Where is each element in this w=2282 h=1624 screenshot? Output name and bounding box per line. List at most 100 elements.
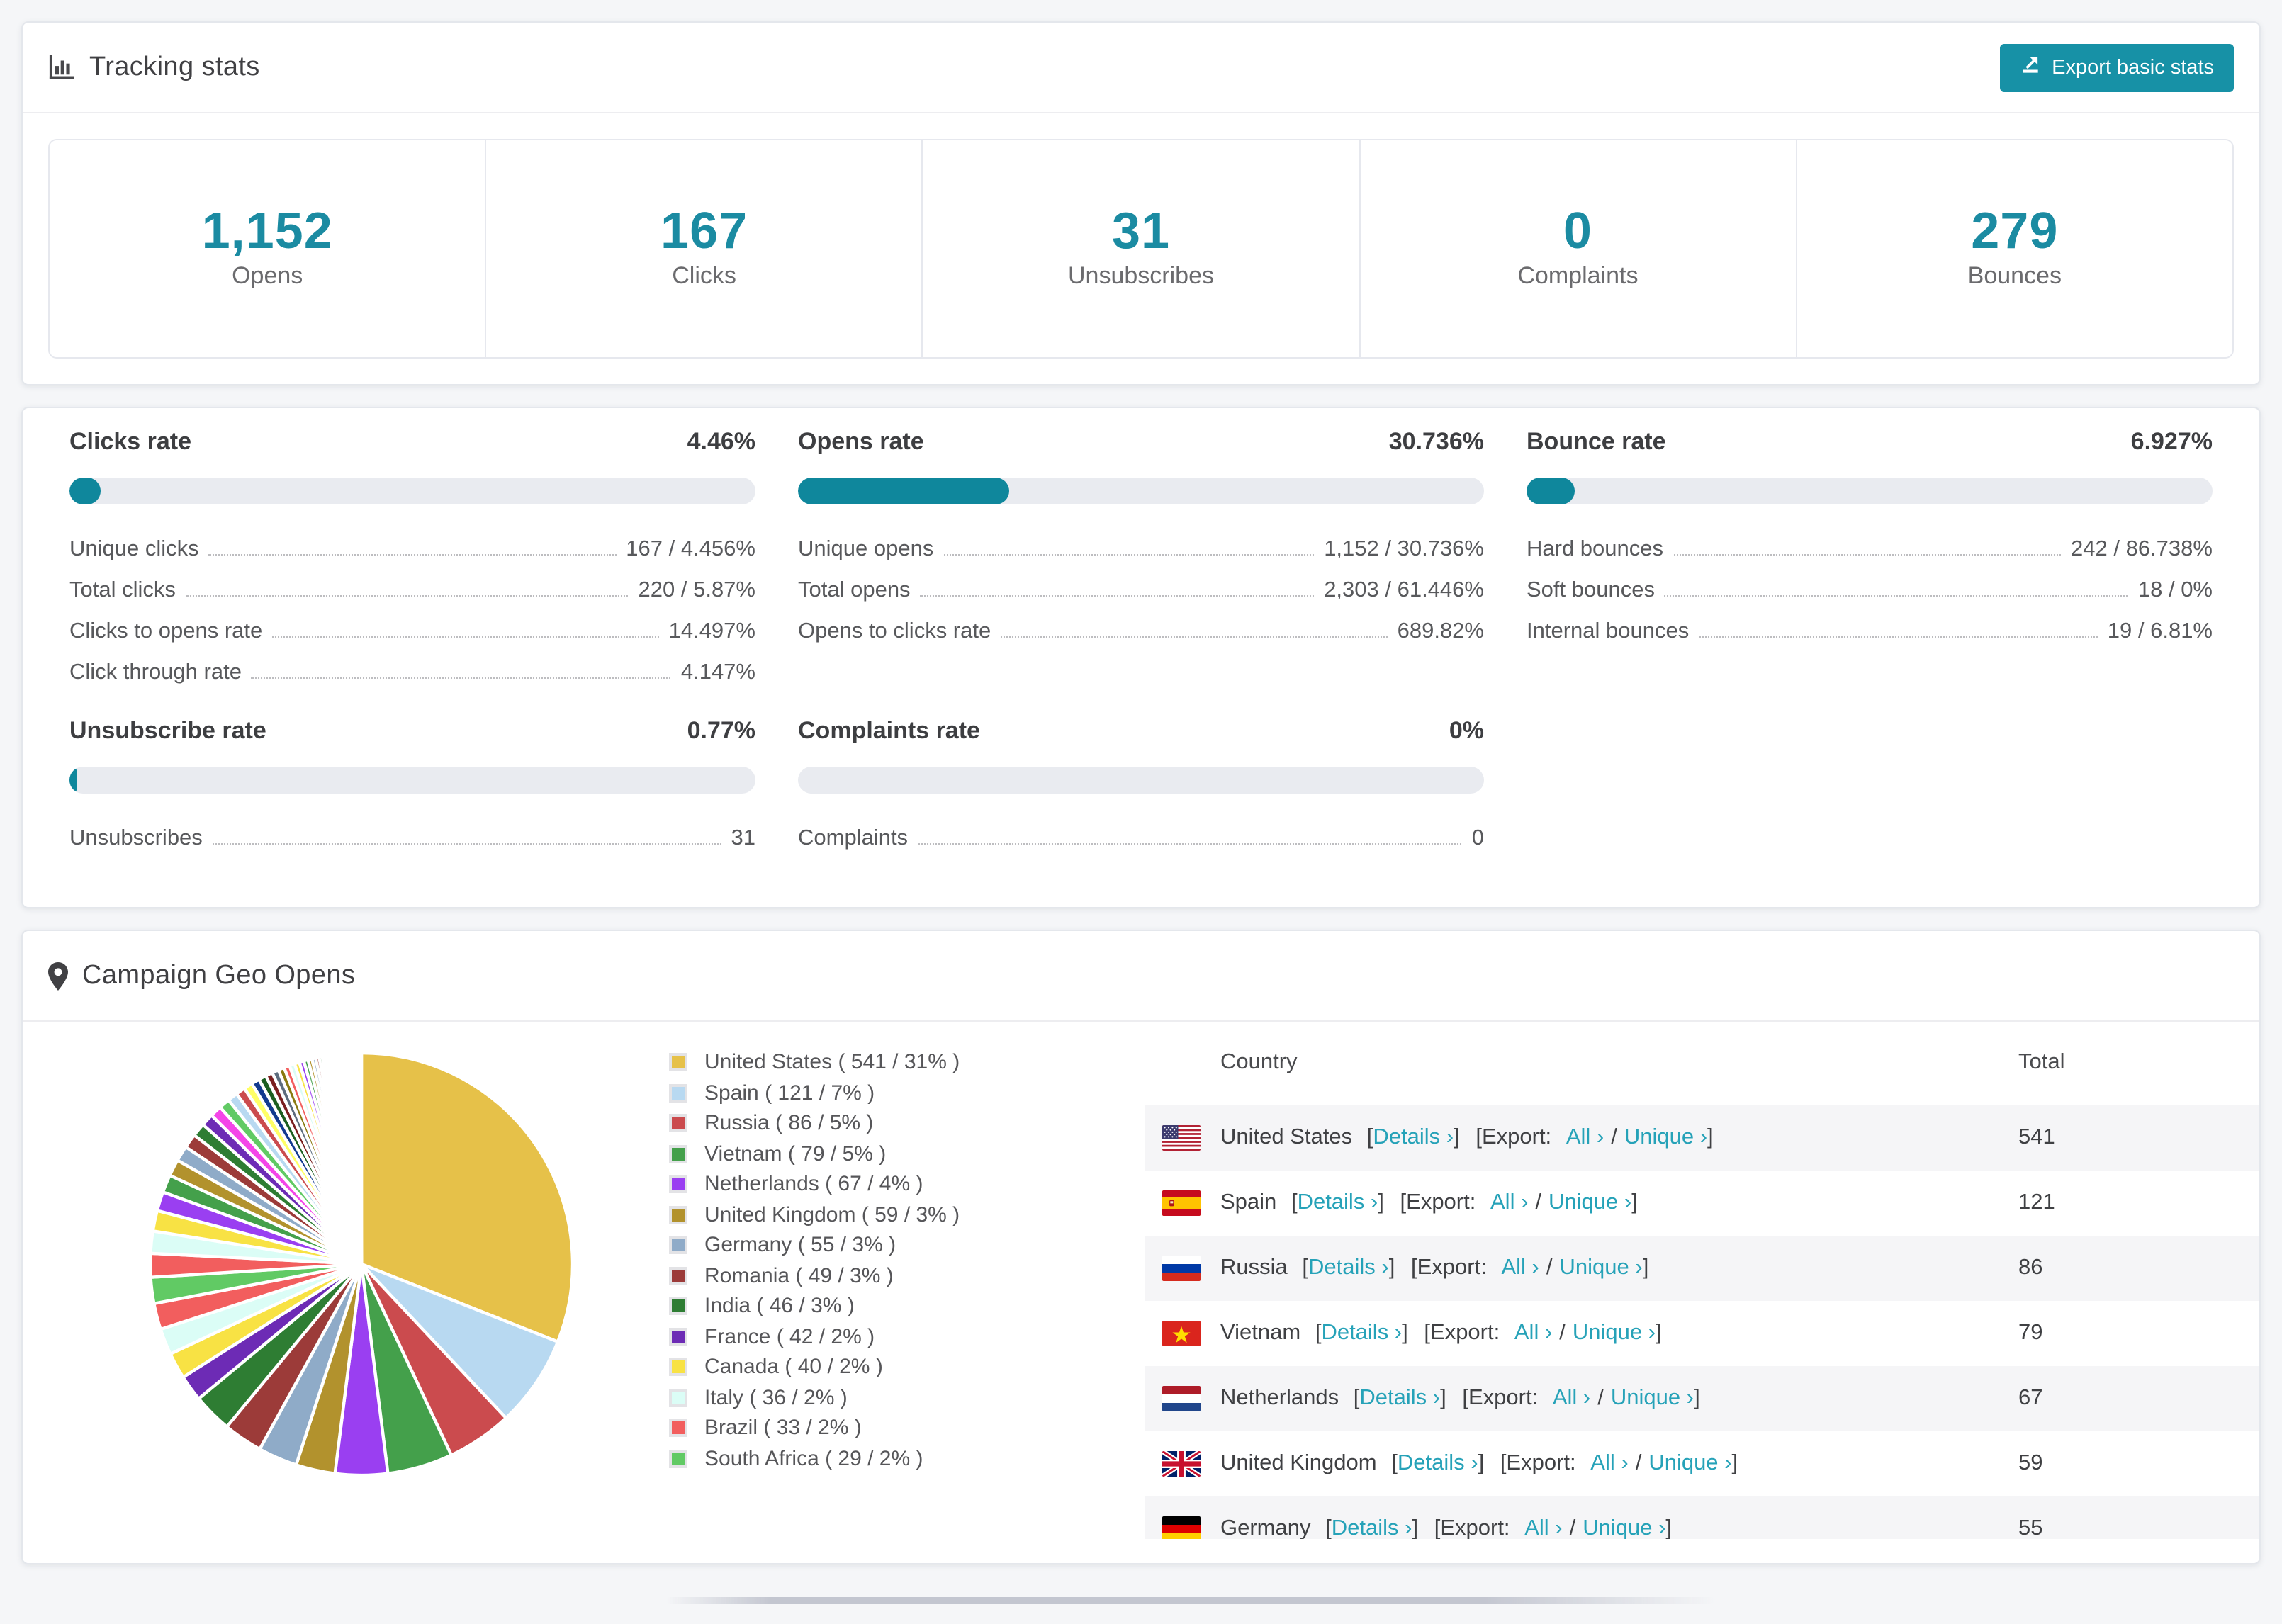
rate-row-value: 18 / 0% [2137, 578, 2213, 602]
dotted-leader [212, 843, 721, 845]
geo-opens-header: Campaign Geo Opens [23, 931, 2259, 1022]
rates-card: Clicks rate 4.46% Unique clicks 167 / 4.… [21, 407, 2261, 908]
table-row: Germany [Details ›] [Export: All › / Uniqu… [1145, 1496, 2259, 1539]
legend-item: South Africa ( 29 / 2% ) [669, 1443, 1094, 1474]
bracket: ] [1402, 1321, 1408, 1345]
stat-label: Opens [232, 262, 303, 289]
bracket: [ [1366, 1125, 1373, 1149]
export-basic-stats-button[interactable]: Export basic stats [1999, 43, 2234, 91]
bracket: ] [1665, 1516, 1673, 1539]
slash: / [1611, 1125, 1617, 1149]
legend-swatch [669, 1327, 687, 1346]
legend-item: Canada ( 40 / 2% ) [669, 1352, 1094, 1382]
stat-value: 167 [661, 201, 748, 259]
export-unique-link[interactable]: Unique › [1624, 1125, 1707, 1149]
country-name: Vietnam [1220, 1321, 1301, 1345]
stat-value: 0 [1563, 201, 1592, 259]
rate-detail-row: Opens to clicks rate 689.82% [798, 608, 1484, 649]
legend-swatch [669, 1236, 687, 1255]
rate-row-value: 31 [731, 826, 756, 850]
legend-label: Germany ( 55 / 3% ) [704, 1233, 896, 1258]
export-all-link[interactable]: All › [1501, 1256, 1539, 1280]
rate-row-value: 14.497% [668, 619, 755, 643]
dotted-leader [1673, 554, 2062, 556]
legend-item: Germany ( 55 / 3% ) [669, 1230, 1094, 1261]
export-all-link[interactable]: All › [1524, 1516, 1562, 1539]
dotted-leader [272, 636, 659, 638]
stats-summary-row: 1,152 Opens 167 Clicks 31 Unsubscribes 0… [48, 139, 2234, 359]
legend-label: Vietnam ( 79 / 5% ) [704, 1141, 887, 1166]
tracking-stats-title-text: Tracking stats [89, 52, 260, 81]
legend-swatch [669, 1449, 687, 1468]
rate-row-label: Total clicks [69, 578, 176, 602]
export-unique-link[interactable]: Unique › [1548, 1190, 1631, 1214]
stat-cell: 279 Bounces [1797, 140, 2232, 357]
bracket: ] [1707, 1125, 1714, 1149]
rate-detail-rows: Unsubscribes 31 [69, 815, 755, 856]
rate-row-value: 0 [1471, 826, 1484, 850]
export-all-link[interactable]: All › [1566, 1125, 1604, 1149]
export-unique-link[interactable]: Unique › [1583, 1516, 1665, 1539]
stat-value: 1,152 [201, 201, 333, 259]
rate-row-value: 689.82% [1397, 619, 1484, 643]
legend-label: Russia ( 86 / 5% ) [704, 1111, 874, 1136]
country-flag-icon [1162, 1451, 1201, 1477]
rate-progress-track [798, 767, 1484, 794]
geo-table-header: Country Total [1145, 1044, 2259, 1105]
bracket: ] [1642, 1256, 1649, 1280]
export-unique-link[interactable]: Unique › [1573, 1321, 1656, 1345]
export-label: [Export: [1424, 1321, 1500, 1345]
export-all-link[interactable]: All › [1514, 1321, 1552, 1345]
details-link[interactable]: Details › [1321, 1321, 1402, 1345]
legend-label: Netherlands ( 67 / 4% ) [704, 1172, 923, 1197]
rate-detail-row: Complaints 0 [798, 815, 1484, 856]
export-label: [Export: [1462, 1386, 1539, 1410]
rate-row-label: Opens to clicks rate [798, 619, 991, 643]
rate-progress-fill [69, 478, 101, 504]
rate-title: Unsubscribe rate [69, 717, 266, 744]
dotted-leader [251, 677, 671, 679]
details-link[interactable]: Details › [1398, 1451, 1478, 1475]
rate-block-header: Opens rate 30.736% [798, 428, 1484, 456]
rate-detail-row: Unsubscribes 31 [69, 815, 755, 856]
country-cell: Spain [Details ›] [Export: All › / Unique … [1220, 1190, 2018, 1216]
details-link[interactable]: Details › [1298, 1190, 1378, 1214]
bracket: ] [1731, 1451, 1738, 1475]
total-cell: 79 [2018, 1321, 2043, 1345]
legend-swatch [669, 1205, 687, 1224]
export-unique-link[interactable]: Unique › [1611, 1386, 1694, 1410]
details-link[interactable]: Details › [1332, 1516, 1412, 1539]
rate-value: 6.927% [2130, 428, 2213, 455]
export-all-link[interactable]: All › [1490, 1190, 1528, 1214]
rate-block: Clicks rate 4.46% Unique clicks 167 / 4.… [69, 428, 755, 690]
legend-label: Spain ( 121 / 7% ) [704, 1081, 875, 1105]
geo-pie-chart [147, 1050, 575, 1478]
rate-detail-row: Soft bounces 18 / 0% [1527, 567, 2213, 608]
rate-progress-fill [798, 478, 1009, 504]
rate-detail-row: Total clicks 220 / 5.87% [69, 567, 755, 608]
horizontal-scrollbar-thumb[interactable] [666, 1597, 1715, 1604]
country-name: Netherlands [1220, 1386, 1339, 1410]
legend-swatch [669, 1114, 687, 1133]
tracking-stats-card: Tracking stats Export basic stats 1,152 … [21, 21, 2261, 385]
slash: / [1535, 1190, 1542, 1214]
rate-row-value: 19 / 6.81% [2107, 619, 2213, 643]
rate-progress-track [69, 767, 755, 794]
export-unique-link[interactable]: Unique › [1560, 1256, 1643, 1280]
legend-label: Italy ( 36 / 2% ) [704, 1385, 848, 1410]
geo-opens-title-text: Campaign Geo Opens [82, 960, 356, 990]
bracket: [ [1302, 1256, 1309, 1280]
details-link[interactable]: Details › [1359, 1386, 1440, 1410]
country-flag-icon [1162, 1321, 1201, 1346]
tracking-stats-title: Tracking stats [48, 52, 260, 83]
bracket: ] [1631, 1190, 1638, 1214]
rate-detail-row: Internal bounces 19 / 6.81% [1527, 608, 2213, 649]
legend-swatch [669, 1358, 687, 1377]
details-link[interactable]: Details › [1308, 1256, 1389, 1280]
rate-progress-track [69, 478, 755, 504]
export-all-link[interactable]: All › [1590, 1451, 1628, 1475]
rate-detail-row: Clicks to opens rate 14.497% [69, 608, 755, 649]
details-link[interactable]: Details › [1373, 1125, 1454, 1149]
export-unique-link[interactable]: Unique › [1648, 1451, 1731, 1475]
export-all-link[interactable]: All › [1553, 1386, 1590, 1410]
